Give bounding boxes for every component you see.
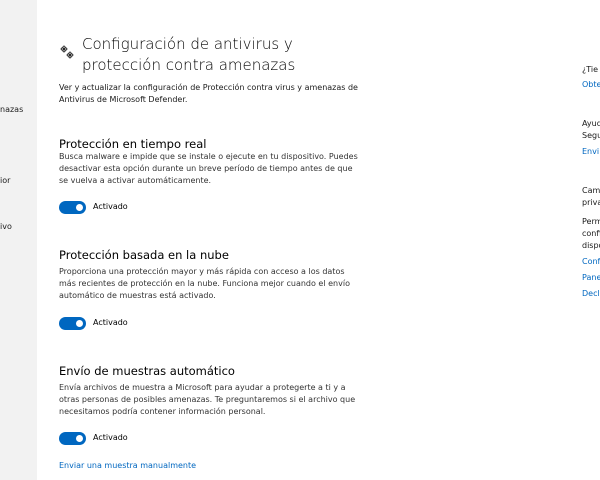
page-title-line1: Configuración de antivirus y bbox=[82, 35, 293, 53]
section-title-sample-submission: Envío de muestras automático bbox=[59, 364, 235, 378]
rail-privacy-settings-link[interactable]: Conf bbox=[582, 257, 600, 266]
gear-icon bbox=[60, 45, 74, 59]
rail-privacy-text-2: confi bbox=[582, 229, 600, 238]
rail-privacy-heading-1: Cam bbox=[582, 186, 600, 195]
left-nav: nazas ior ivo bbox=[0, 0, 37, 480]
sample-submission-toggle[interactable] bbox=[59, 432, 86, 445]
toggle-knob bbox=[76, 204, 83, 211]
page-header: Configuración de antivirus y protección … bbox=[59, 34, 349, 74]
page-title: Configuración de antivirus y protección … bbox=[82, 34, 295, 76]
rail-privacy-text-3: dispo bbox=[582, 241, 600, 250]
toggle-knob bbox=[76, 435, 83, 442]
rail-privacy-heading-2: priva bbox=[582, 198, 600, 207]
section-desc-cloud: Proporciona una protección mayor y más r… bbox=[59, 267, 350, 300]
rail-feedback-link[interactable]: Envi bbox=[582, 147, 599, 156]
nav-item-threat-protection[interactable]: nazas bbox=[0, 105, 23, 115]
intro-text: Ver y actualizar la configuración de Pro… bbox=[59, 83, 358, 104]
section-desc-sample-submission: Envía archivos de muestra a Microsoft pa… bbox=[59, 383, 356, 416]
nav-item-firewall[interactable]: ior bbox=[0, 176, 10, 186]
real-time-protection-toggle[interactable] bbox=[59, 201, 86, 214]
right-rail: ¿Tie Obte Ayud Segu Envi Cam priva Perm … bbox=[582, 0, 600, 480]
submit-sample-manually-link[interactable]: Enviar una muestra manualmente bbox=[59, 461, 196, 470]
section-title-real-time: Protección en tiempo real bbox=[59, 137, 207, 151]
rail-privacy-text-1: Perm bbox=[582, 217, 600, 226]
rail-question: ¿Tie bbox=[582, 65, 599, 74]
section-desc-real-time: Busca malware e impide que se instale o … bbox=[59, 152, 358, 185]
rail-get-help-link[interactable]: Obte bbox=[582, 80, 600, 89]
rail-help-heading-2: Segu bbox=[582, 131, 600, 140]
nav-item-device[interactable]: ivo bbox=[0, 222, 12, 232]
rail-help-heading-1: Ayud bbox=[582, 119, 600, 128]
toggle-state-label: Activado bbox=[93, 318, 128, 327]
section-title-cloud: Protección basada en la nube bbox=[59, 248, 229, 262]
page-title-line2: protección contra amenazas bbox=[82, 56, 296, 74]
rail-privacy-statement-link[interactable]: Decla bbox=[582, 289, 600, 298]
toggle-state-label: Activado bbox=[93, 433, 128, 442]
toggle-knob bbox=[76, 320, 83, 327]
cloud-protection-toggle[interactable] bbox=[59, 317, 86, 330]
toggle-state-label: Activado bbox=[93, 202, 128, 211]
rail-privacy-dashboard-link[interactable]: Pane bbox=[582, 273, 600, 282]
